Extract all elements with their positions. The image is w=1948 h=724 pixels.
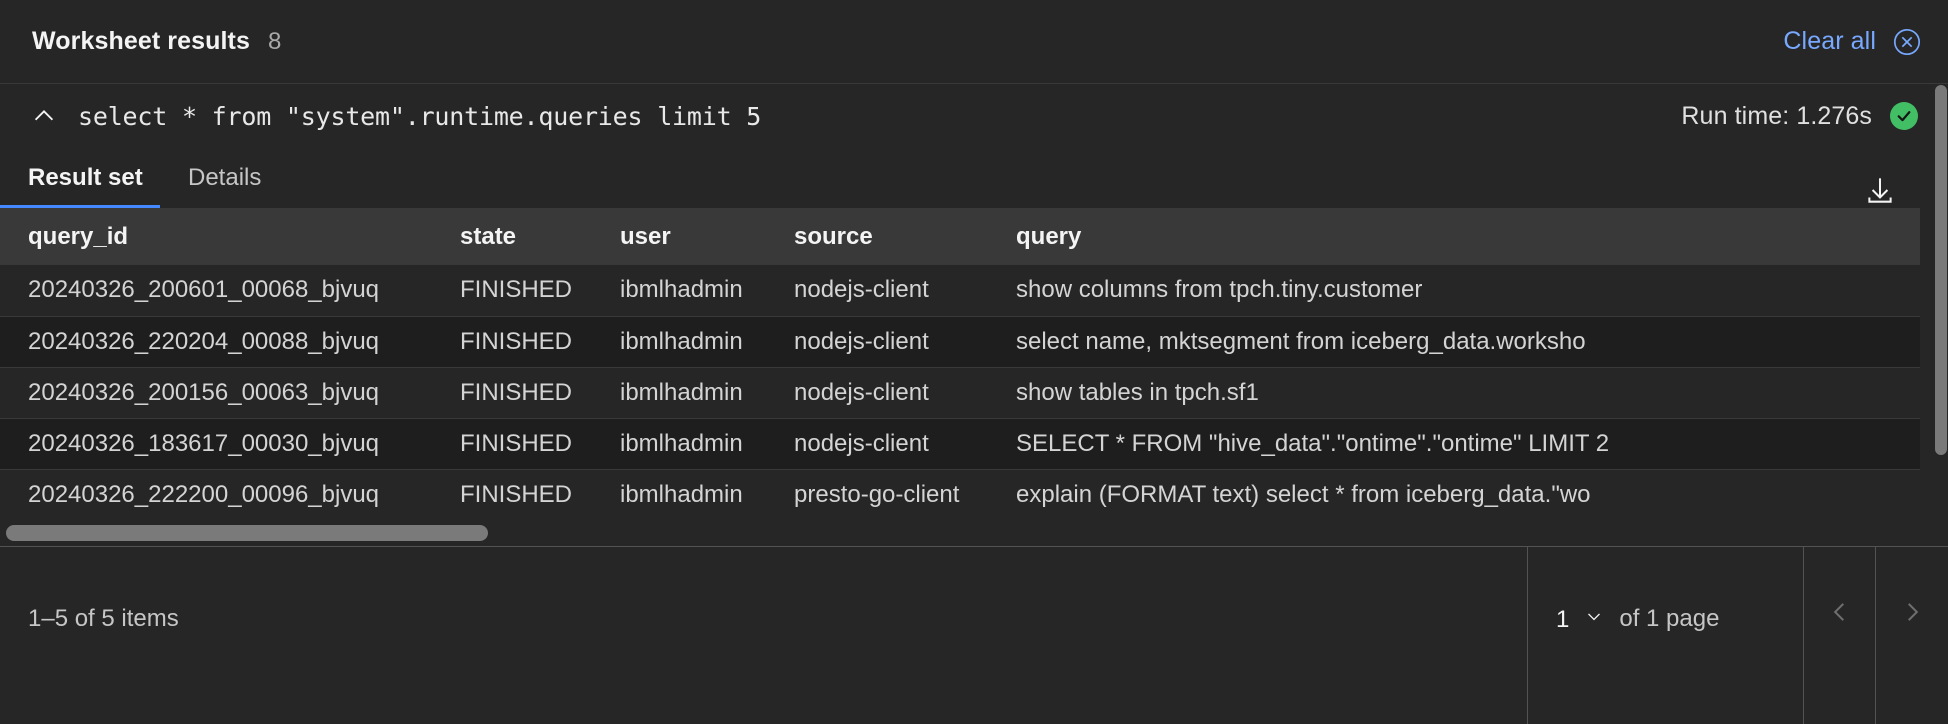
horizontal-scrollbar[interactable]	[0, 522, 1920, 544]
next-page-button[interactable]	[1876, 547, 1948, 724]
results-table-head: query_id state user source query	[0, 208, 1920, 265]
worksheet-results-panel: Worksheet results 8 Clear all select * f…	[0, 0, 1948, 724]
query-summary-row: select * from "system".runtime.queries l…	[0, 85, 1948, 147]
cell-state: FINISHED	[432, 469, 592, 520]
cell-query: select name, mktsegment from iceberg_dat…	[988, 316, 1920, 368]
chevron-up-icon	[29, 101, 59, 131]
cell-user: ibmlhadmin	[592, 418, 766, 470]
clear-all-button[interactable]: Clear all	[1783, 27, 1922, 57]
cell-query-id: 20240326_200156_00063_bjvuq	[0, 367, 432, 419]
results-table-container: query_id state user source query 2024032…	[0, 208, 1920, 520]
cell-state: FINISHED	[432, 367, 592, 419]
pagination-page-total: of 1 page	[1619, 605, 1720, 632]
table-row[interactable]: 20240326_222200_00096_bjvuq FINISHED ibm…	[0, 469, 1920, 520]
query-statement-text: select * from "system".runtime.queries l…	[78, 101, 762, 131]
close-circle-icon	[1892, 27, 1922, 57]
tab-result-set[interactable]: Result set	[0, 150, 160, 208]
column-header-query-id[interactable]: query_id	[0, 208, 432, 265]
table-header-row: query_id state user source query	[0, 208, 1920, 265]
cell-query-id: 20240326_220204_00088_bjvuq	[0, 316, 432, 368]
chevron-down-icon	[1583, 605, 1605, 634]
cell-source: nodejs-client	[766, 316, 988, 368]
cell-query-id: 20240326_200601_00068_bjvuq	[0, 265, 432, 317]
page-number-value: 1	[1556, 605, 1570, 633]
column-header-user[interactable]: user	[592, 208, 766, 265]
cell-query-id: 20240326_222200_00096_bjvuq	[0, 469, 432, 520]
panel-header: Worksheet results 8 Clear all	[0, 0, 1948, 84]
result-tabs: Result set Details	[0, 148, 1948, 208]
run-time-label: Run time: 1.276s	[1681, 101, 1872, 130]
cell-query: show columns from tpch.tiny.customer	[988, 265, 1920, 317]
tab-details[interactable]: Details	[160, 150, 284, 208]
results-table-body: 20240326_200601_00068_bjvuq FINISHED ibm…	[0, 265, 1920, 520]
pagination-item-range: 1–5 of 5 items	[28, 605, 179, 632]
column-header-query[interactable]: query	[988, 208, 1920, 265]
cell-query: explain (FORMAT text) select * from iceb…	[988, 469, 1920, 520]
table-row[interactable]: 20240326_220204_00088_bjvuq FINISHED ibm…	[0, 316, 1920, 368]
cell-query-id: 20240326_183617_00030_bjvuq	[0, 418, 432, 470]
cell-state: FINISHED	[432, 418, 592, 470]
table-row[interactable]: 20240326_200601_00068_bjvuq FINISHED ibm…	[0, 265, 1920, 317]
table-row[interactable]: 20240326_183617_00030_bjvuq FINISHED ibm…	[0, 418, 1920, 470]
column-header-source[interactable]: source	[766, 208, 988, 265]
cell-user: ibmlhadmin	[592, 367, 766, 419]
results-count-badge: 8	[267, 27, 282, 55]
cell-source: nodejs-client	[766, 418, 988, 470]
collapse-toggle-button[interactable]	[14, 86, 74, 146]
caret-left-icon	[1827, 599, 1853, 630]
cell-source: presto-go-client	[766, 469, 988, 520]
results-table: query_id state user source query 2024032…	[0, 208, 1920, 520]
clear-all-label: Clear all	[1783, 27, 1876, 55]
cell-state: FINISHED	[432, 265, 592, 317]
pagination-page-section: 1 of 1 page	[1528, 547, 1804, 724]
cell-query: show tables in tpch.sf1	[988, 367, 1920, 419]
query-status-group: Run time: 1.276s	[1681, 102, 1918, 131]
cell-user: ibmlhadmin	[592, 316, 766, 368]
page-number-select[interactable]: 1	[1556, 605, 1605, 634]
tab-result-set-label: Result set	[28, 163, 143, 191]
cell-query: SELECT * FROM "hive_data"."ontime"."onti…	[988, 418, 1920, 470]
cell-user: ibmlhadmin	[592, 265, 766, 317]
horizontal-scrollbar-thumb[interactable]	[6, 525, 488, 541]
download-icon	[1863, 173, 1897, 212]
cell-source: nodejs-client	[766, 265, 988, 317]
cell-state: FINISHED	[432, 316, 592, 368]
column-header-state[interactable]: state	[432, 208, 592, 265]
vertical-scrollbar-thumb[interactable]	[1935, 85, 1947, 455]
tab-filler	[284, 150, 1948, 208]
tab-details-label: Details	[188, 163, 262, 191]
vertical-scrollbar[interactable]	[1934, 85, 1948, 544]
cell-user: ibmlhadmin	[592, 469, 766, 520]
table-row[interactable]: 20240326_200156_00063_bjvuq FINISHED ibm…	[0, 367, 1920, 419]
previous-page-button[interactable]	[1804, 547, 1876, 724]
pagination-bar: 1–5 of 5 items 1 of 1 page	[0, 546, 1948, 724]
cell-source: nodejs-client	[766, 367, 988, 419]
pagination-items-section: 1–5 of 5 items	[0, 547, 1528, 724]
page-title: Worksheet results	[32, 27, 250, 55]
checkmark-filled-icon	[1890, 102, 1918, 130]
caret-right-icon	[1899, 599, 1925, 630]
